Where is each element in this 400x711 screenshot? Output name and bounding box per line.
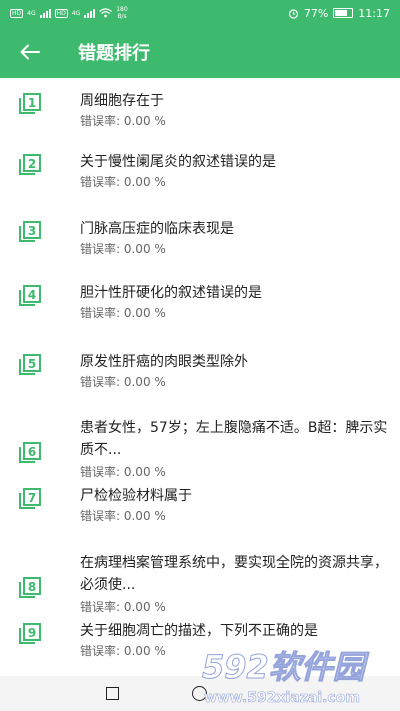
network-type-2: 4G [71, 9, 81, 17]
rank-number: 6 [28, 445, 36, 459]
question-title: 在病理档案管理系统中，要实现全院的资源共享，必须使... [80, 555, 388, 593]
list-item[interactable]: 3 门脉高压症的临床表现是 错误率: 0.00 % [0, 206, 400, 270]
question-title: 关于慢性阑尾炎的叙述错误的是 [80, 154, 276, 170]
rank-number: 1 [28, 96, 36, 110]
network-speed-unit: B/s [117, 13, 127, 20]
list-item[interactable]: 8 在病理档案管理系统中，要实现全院的资源共享，必须使... 错误率: 0.00 % [0, 540, 400, 614]
list-item[interactable]: 6 患者女性，57岁；左上腹隐痛不适。B超：脾示实质不... 错误率: 0.00 % [0, 405, 400, 479]
arrow-left-icon [20, 44, 40, 60]
hd-badge-2: HD [54, 8, 68, 18]
question-title: 患者女性，57岁；左上腹隐痛不适。B超：脾示实质不... [80, 420, 388, 458]
home-button[interactable] [192, 686, 207, 701]
status-right: 77% 11:17 [288, 7, 390, 20]
battery-percent: 77% [303, 6, 329, 20]
error-rate: 错误率: 0.00 % [80, 375, 166, 389]
rank-badge-icon: 9 [19, 623, 41, 644]
rank-number: 4 [28, 288, 36, 302]
rank-badge-icon: 7 [19, 488, 41, 509]
app-bar: 错题排行 [0, 26, 400, 78]
question-title: 胆汁性肝硬化的叙述错误的是 [80, 285, 262, 301]
wifi-icon [99, 8, 113, 18]
rank-number: 8 [28, 580, 36, 594]
system-nav-bar [0, 676, 400, 711]
list-item[interactable]: 2 关于慢性阑尾炎的叙述错误的是 错误率: 0.00 % [0, 139, 400, 206]
question-title: 原发性肝癌的肉眼类型除外 [80, 354, 248, 370]
error-rate: 错误率: 0.00 % [80, 509, 166, 523]
error-rate: 错误率: 0.00 % [80, 242, 166, 256]
list-item[interactable]: 4 胆汁性肝硬化的叙述错误的是 错误率: 0.00 % [0, 270, 400, 339]
rank-number: 9 [28, 626, 36, 640]
clock: 11:17 [358, 6, 390, 20]
error-rate: 错误率: 0.00 % [80, 114, 166, 128]
back-button[interactable] [0, 26, 62, 78]
rank-number: 5 [28, 357, 36, 371]
rank-number: 2 [28, 157, 36, 171]
rank-badge-icon: 6 [19, 442, 41, 463]
question-title: 门脉高压症的临床表现是 [80, 221, 234, 237]
rank-badge-icon: 3 [19, 221, 41, 242]
signal-icon-2 [84, 8, 96, 18]
rank-number: 3 [28, 224, 36, 238]
rank-badge-icon: 8 [19, 577, 41, 598]
network-speed-value: 180 [116, 6, 128, 13]
list-item[interactable]: 5 原发性肝癌的肉眼类型除外 错误率: 0.00 % [0, 339, 400, 405]
network-type: 4G [27, 9, 36, 17]
question-title: 关于细胞凋亡的描述，下列不正确的是 [80, 623, 318, 639]
page-title: 错题排行 [78, 43, 150, 64]
alarm-icon [288, 8, 298, 19]
hd-badge: HD [10, 8, 24, 18]
rank-badge-icon: 4 [19, 285, 41, 306]
status-bar: HD 4G HD 4G 180 B/s 77% 11:17 [0, 0, 400, 26]
rank-badge-icon: 2 [19, 154, 41, 175]
list-item[interactable]: 1 周细胞存在于 错误率: 0.00 % [0, 78, 400, 139]
list-item[interactable]: 7 尸检检验材料属于 错误率: 0.00 % [0, 473, 400, 540]
network-speed: 180 B/s [116, 6, 127, 20]
rank-badge-icon: 5 [19, 354, 41, 375]
question-title: 周细胞存在于 [80, 93, 164, 109]
error-rate: 错误率: 0.00 % [80, 306, 166, 320]
error-rate: 错误率: 0.00 % [80, 644, 166, 658]
battery-icon [333, 8, 354, 18]
status-left: HD 4G HD 4G 180 B/s [10, 6, 128, 20]
recent-apps-button[interactable] [106, 687, 119, 700]
error-rate: 错误率: 0.00 % [80, 175, 166, 189]
list-item[interactable]: 9 关于细胞凋亡的描述，下列不正确的是 错误率: 0.00 % [0, 608, 400, 674]
rank-badge-icon: 1 [19, 93, 41, 114]
rank-number: 7 [28, 491, 36, 505]
question-title: 尸检检验材料属于 [80, 488, 192, 504]
signal-icon [39, 8, 51, 18]
